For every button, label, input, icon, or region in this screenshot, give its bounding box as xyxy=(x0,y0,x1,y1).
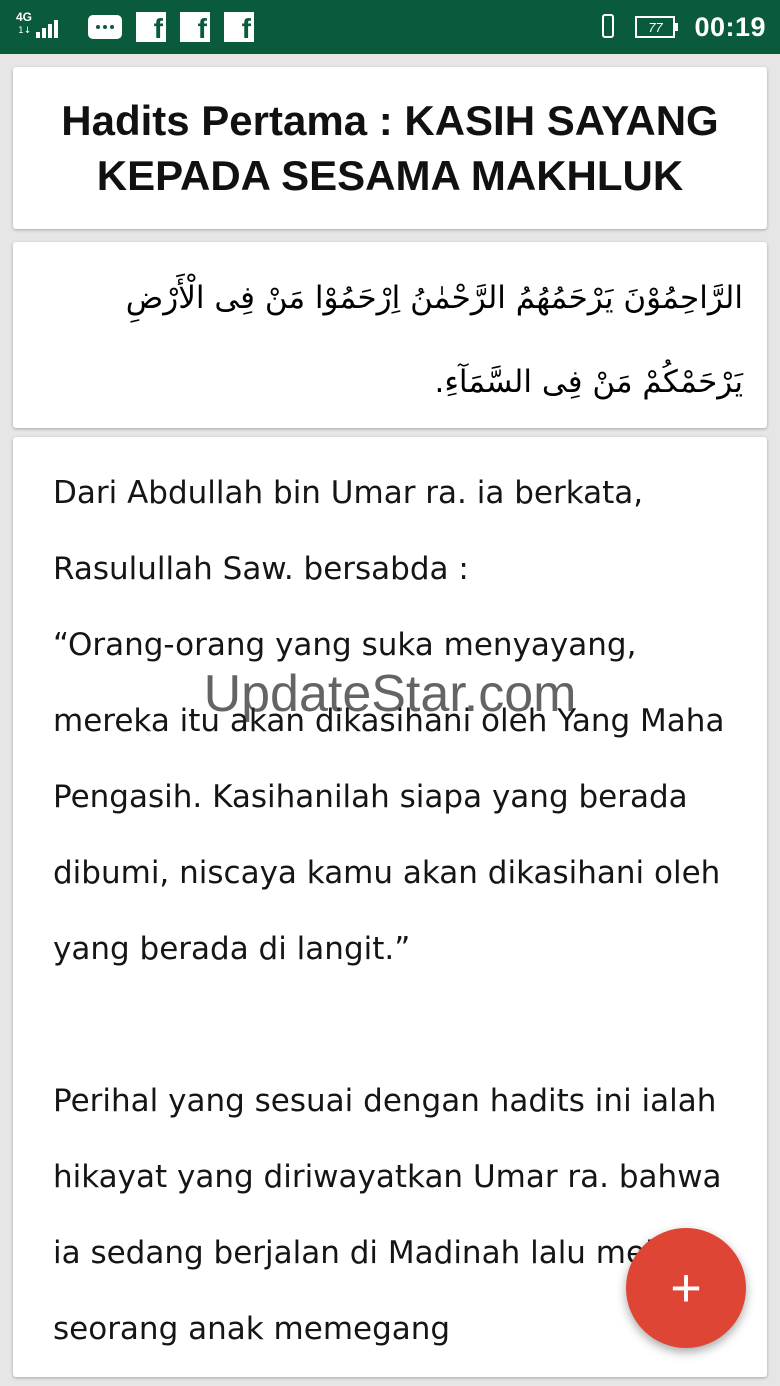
battery-icon: 77 xyxy=(635,16,679,38)
clock: 00:19 xyxy=(694,11,766,42)
paragraph-hadith-text: “Orang-orang yang suka menyayang, mereka… xyxy=(53,627,725,967)
title-card: Hadits Pertama : KASIH SAYANG KEPADA SES… xyxy=(13,67,767,229)
facebook-icon: f xyxy=(180,12,210,42)
arabic-text: الرَّاحِمُوْنَ يَرْحَمُهُمُ الرَّحْمٰنُ … xyxy=(125,280,743,400)
hadith-title: Hadits Pertama : KASIH SAYANG KEPADA SES… xyxy=(61,97,719,199)
add-button[interactable]: + xyxy=(626,1228,746,1348)
paragraph-narrator: Dari Abdullah bin Umar ra. ia berkata, R… xyxy=(53,475,644,587)
chat-icon xyxy=(88,15,122,39)
arabic-text-card: الرَّاحِمُوْنَ يَرْحَمُهُمُ الرَّحْمٰنُ … xyxy=(13,242,767,428)
status-bar: 4G 1↓ f f f 77 00:19 xyxy=(0,0,780,54)
battery-level: 77 xyxy=(648,19,663,35)
facebook-icon: f xyxy=(224,12,254,42)
facebook-icon: f xyxy=(136,12,166,42)
hadith-content: Dari Abdullah bin Umar ra. ia berkata, R… xyxy=(13,437,767,1367)
data-activity: 1↓ xyxy=(18,26,32,36)
signal-icon: 4G 1↓ xyxy=(16,10,74,42)
network-type: 4G xyxy=(16,10,33,24)
vibrate-icon xyxy=(597,12,619,42)
paragraph-explanation: Perihal yang sesuai dengan hadits ini ia… xyxy=(53,1083,722,1347)
plus-icon: + xyxy=(670,1258,702,1318)
